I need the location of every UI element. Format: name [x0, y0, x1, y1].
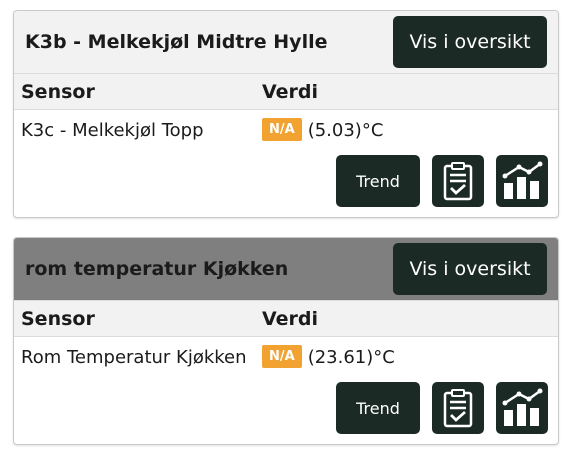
report-button[interactable] — [432, 382, 484, 434]
sensor-value: N/A (23.61)°C — [262, 344, 395, 369]
sensor-value: N/A (5.03)°C — [262, 117, 384, 142]
status-badge: N/A — [262, 344, 302, 368]
report-button[interactable] — [432, 155, 484, 207]
card-header: rom temperatur Kjøkken Vis i oversikt — [14, 238, 558, 300]
trend-button[interactable]: Trend — [336, 382, 420, 434]
column-header-value: Verdi — [262, 80, 319, 103]
clipboard-check-icon — [443, 389, 473, 428]
trend-button[interactable]: Trend — [336, 155, 420, 207]
clipboard-check-icon — [443, 162, 473, 201]
show-in-overview-button[interactable]: Vis i oversikt — [393, 16, 547, 68]
card-actions: Trend — [336, 155, 548, 207]
card-header: K3b - Melkekjøl Midtre Hylle Vis i overs… — [14, 11, 558, 73]
reading-text: (5.03)°C — [307, 119, 384, 141]
table-header: Sensor Verdi — [14, 300, 558, 337]
sensor-card: K3b - Melkekjøl Midtre Hylle Vis i overs… — [13, 10, 559, 218]
column-header-sensor: Sensor — [21, 80, 95, 103]
card-title: K3b - Melkekjøl Midtre Hylle — [25, 31, 328, 53]
table-row: Rom Temperatur Kjøkken N/A (23.61)°C — [14, 337, 558, 377]
card-actions: Trend — [336, 382, 548, 434]
chart-button[interactable] — [496, 382, 548, 434]
reading-text: (23.61)°C — [307, 346, 395, 368]
card-title: rom temperatur Kjøkken — [25, 258, 289, 280]
column-header-value: Verdi — [262, 307, 319, 330]
status-badge: N/A — [262, 117, 302, 141]
chart-button[interactable] — [496, 155, 548, 207]
column-header-sensor: Sensor — [21, 307, 95, 330]
table-header: Sensor Verdi — [14, 73, 558, 110]
sensor-name: K3c - Melkekjøl Topp — [21, 119, 204, 141]
sensor-name: Rom Temperatur Kjøkken — [21, 346, 247, 368]
sensor-card: rom temperatur Kjøkken Vis i oversikt Se… — [13, 237, 559, 445]
show-in-overview-button[interactable]: Vis i oversikt — [393, 243, 547, 295]
bar-chart-trend-icon — [502, 388, 543, 426]
bar-chart-trend-icon — [502, 161, 543, 199]
table-row: K3c - Melkekjøl Topp N/A (5.03)°C — [14, 110, 558, 150]
